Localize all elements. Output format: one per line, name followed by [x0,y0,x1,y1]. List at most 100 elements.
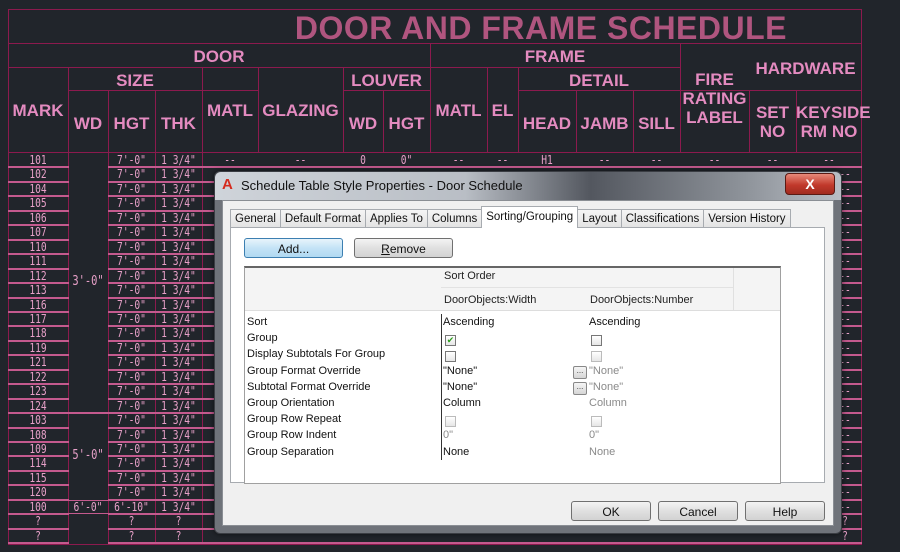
row-height: 7'-0" [117,398,146,413]
grid-value-col1[interactable]: Column [443,397,481,409]
grid-row-label: Group Row Indent [247,429,337,442]
grid-header: Sort Order DoorObjects:Width DoorObjects… [245,268,780,311]
checkbox[interactable] [445,351,456,363]
checkbox[interactable] [591,351,602,363]
tab-version-history[interactable]: Version History [703,209,791,228]
column-header-width[interactable]: DoorObjects:Width [444,294,536,306]
row-thickness: 1 3/4" [161,225,196,240]
row1-keyside: -- [823,153,835,167]
tab-classifications[interactable]: Classifications [620,209,705,228]
grid-value-col2[interactable]: "None" [589,381,623,393]
grid-value-col2[interactable]: Ascending [589,316,640,328]
row-mark: 101 [29,153,47,167]
row1-sill: -- [650,153,663,167]
row-height: 6'-10" [114,499,149,514]
header-thk: THK [161,114,196,133]
tab-applies-to[interactable]: Applies To [364,209,428,228]
width-group-5ft: 5'-0" [72,448,104,463]
row-mark: 108 [29,427,47,442]
grid-value-col1[interactable]: None [443,446,469,458]
row-mark: 103 [29,413,47,428]
row-mark: 106 [29,210,47,225]
grid-value-col1[interactable]: "None" [443,365,477,377]
checkbox[interactable] [445,416,456,428]
tab-layout[interactable]: Layout [577,209,622,228]
row-height: 7'-0" [117,181,146,196]
row-mark: ? [35,514,41,529]
row1-fire: -- [708,153,721,167]
row-height: 7'-0" [117,427,146,442]
grid-value-col2[interactable]: 0" [589,429,599,441]
louver-divider [343,90,430,91]
row-thickness: 1 3/4" [161,413,196,428]
row-thickness: 1 3/4" [161,340,196,355]
schedule-table-style-dialog: A Schedule Table Style Properties - Door… [214,171,842,534]
help-button[interactable]: Help [745,501,825,521]
sort-group-grid: Sort Order DoorObjects:Width DoorObjects… [244,266,781,484]
header-keyside-rm-no: KEYSIDE RM NO [796,103,871,141]
row-height: 7'-0" [117,355,146,370]
row-thickness: 1 3/4" [161,297,196,312]
close-icon: X [805,176,815,192]
col-line [202,67,203,545]
grid-value-col1[interactable]: 0" [443,429,453,441]
ok-button[interactable]: OK [571,501,651,521]
checkbox[interactable] [591,335,602,347]
header-frame: FRAME [524,47,586,66]
checkbox[interactable] [591,416,602,428]
grid-value-col1[interactable]: Ascending [443,316,494,328]
row-mark: 109 [29,442,47,456]
header-hgt: HGT [113,114,150,133]
tab-columns[interactable]: Columns [426,209,483,228]
remove-button[interactable]: Remove [354,238,453,258]
row-height: 7'-0" [117,239,146,254]
dialog-body: General Default Format Applies To Column… [222,200,834,526]
sort-order-header: Sort Order [444,270,496,282]
grid-value-col2[interactable]: Column [589,397,627,409]
group-header-divider [8,67,680,68]
dialog-title: Schedule Table Style Properties - Door S… [241,178,523,193]
col-line [108,90,109,545]
tab-general[interactable]: General [230,209,281,228]
row-height: 7'-0" [117,153,146,167]
grid-row-label: Sort [247,316,268,328]
header-head: HEAD [522,114,572,133]
row-mark: 113 [29,283,47,297]
group-checkbox-width[interactable]: ✔ [445,335,456,347]
row1-frame-matl: -- [452,153,465,167]
header-sill: SILL [638,114,675,133]
header-size: SIZE [116,71,154,90]
grid-value-col1[interactable]: "None" [443,381,477,393]
grid-row-label: Subtotal Format Override [247,380,371,393]
row1-set-no: -- [766,153,779,167]
cancel-button[interactable]: Cancel [658,501,738,521]
row-height: 7'-0" [117,210,146,225]
width-group-3ft: 3'-0" [72,274,104,289]
schedule-border-left [8,9,9,545]
ellipsis-button[interactable]: ... [573,381,587,395]
row-height: 7'-0" [117,470,146,485]
dialog-title-bar[interactable]: A Schedule Table Style Properties - Door… [215,172,841,200]
row-thickness: 1 3/4" [161,427,196,442]
row1-louver-wd: 0 [360,153,366,167]
row-mark: 105 [29,196,47,211]
add-button[interactable]: Add... [244,238,343,258]
close-button[interactable]: X [785,173,835,195]
tab-sorting-grouping[interactable]: Sorting/Grouping [481,206,579,228]
ellipsis-button[interactable]: ... [573,365,587,379]
grid-row-label: Group Orientation [247,397,335,409]
header-el: EL [491,101,514,120]
tab-default-format[interactable]: Default Format [279,209,366,228]
grid-value-col2[interactable]: "None" [589,365,623,377]
column-header-number[interactable]: DoorObjects:Number [590,294,693,306]
grid-row-label: Group [247,332,278,345]
row-thickness: 1 3/4" [161,470,196,485]
row-mark: 104 [29,181,47,196]
grid-value-col2[interactable]: None [589,446,615,458]
header-set-no: SET NO [755,103,790,141]
row-height: 7'-0" [117,268,146,283]
header-jamb: JAMB [580,114,629,133]
row-mark: 117 [29,311,47,326]
row1-el: -- [496,153,509,167]
row-mark: 111 [29,254,47,269]
